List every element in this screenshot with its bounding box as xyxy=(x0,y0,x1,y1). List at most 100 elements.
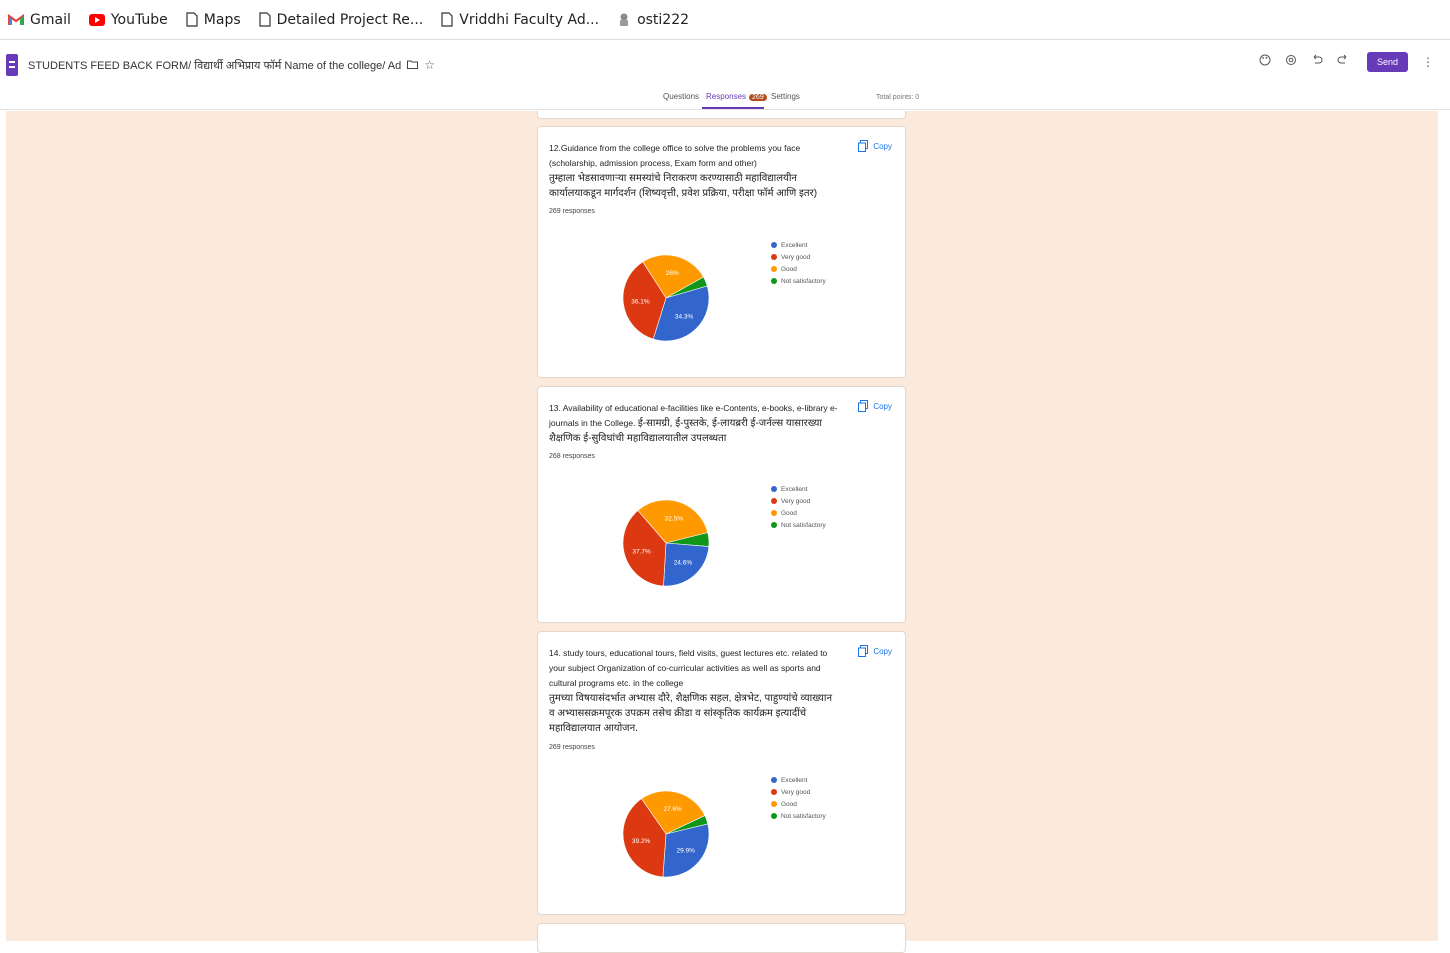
legend-swatch xyxy=(771,242,777,248)
bookmark-maps[interactable]: Maps xyxy=(186,12,241,28)
legend-item: Good xyxy=(771,798,826,810)
legend-item: Very good xyxy=(771,495,826,507)
responses-main-area: 12.Guidance from the college office to s… xyxy=(6,111,1438,953)
question-card-12: 12.Guidance from the college office to s… xyxy=(537,126,906,378)
tab-questions[interactable]: Questions xyxy=(663,92,699,101)
legend-label: Excellent xyxy=(781,241,808,249)
question-title: 13. Availability of educational e-facili… xyxy=(549,401,839,446)
question-title: 14. study tours, educational tours, fiel… xyxy=(549,646,839,736)
legend-label: Good xyxy=(781,509,797,517)
legend-label: Not satisfactory xyxy=(781,812,826,820)
bookmark-vriddhi[interactable]: Vriddhi Faculty Ad... xyxy=(441,12,599,28)
legend-swatch xyxy=(771,266,777,272)
palette-icon[interactable] xyxy=(1257,54,1273,70)
responses-count: 268 responses xyxy=(549,453,595,460)
legend-label: Very good xyxy=(781,788,811,796)
tab-settings[interactable]: Settings xyxy=(771,92,800,101)
legend-label: Excellent xyxy=(781,485,808,493)
total-points: Total points: 0 xyxy=(876,94,920,101)
bookmarks-bar: Gmail YouTube Maps Detailed Project Re..… xyxy=(0,0,1450,40)
pie-slice-label: 37.7% xyxy=(632,548,651,555)
tab-responses-label: Responses xyxy=(706,92,747,101)
pie-slice-label: 34.3% xyxy=(675,313,694,320)
legend-item: Good xyxy=(771,263,826,275)
form-tabs: Questions Responses 269 Settings Total po… xyxy=(0,90,1450,110)
previous-card-peek xyxy=(537,111,906,119)
bookmark-label: YouTube xyxy=(110,11,168,28)
copy-label: Copy xyxy=(873,646,892,656)
next-card-peek xyxy=(537,923,906,953)
pie-slice-label: 36.1% xyxy=(631,298,650,305)
legend-swatch xyxy=(771,278,777,284)
tab-responses[interactable]: Responses 269 xyxy=(706,92,767,101)
folder-icon[interactable] xyxy=(407,58,419,72)
pie-chart-q12: 26% 34.3% 36.1% xyxy=(622,254,710,342)
bookmark-osti222[interactable]: osti222 xyxy=(617,12,689,28)
responses-count: 269 responses xyxy=(549,208,595,215)
bookmark-label: Maps xyxy=(203,11,241,28)
question-card-14: 14. study tours, educational tours, fiel… xyxy=(537,631,906,915)
more-options-icon[interactable]: ⋮ xyxy=(1422,55,1434,69)
preview-eye-icon[interactable] xyxy=(1283,54,1299,70)
pie-slice-label: 24.6% xyxy=(674,559,693,566)
copy-label: Copy xyxy=(873,141,892,151)
pie-slice-label: 29.9% xyxy=(676,848,695,855)
question-title: 12.Guidance from the college office to s… xyxy=(549,141,839,201)
pie-slice-label: 39.2% xyxy=(632,838,651,845)
bookmark-label: osti222 xyxy=(637,11,690,28)
bookmark-detailed-project[interactable]: Detailed Project Re... xyxy=(259,11,424,28)
send-button[interactable]: Send xyxy=(1366,52,1408,72)
legend-item: Excellent xyxy=(771,239,826,251)
undo-icon[interactable] xyxy=(1309,54,1325,70)
legend-swatch xyxy=(771,510,777,516)
page-icon xyxy=(259,12,271,27)
question-title-mr: तुम्हाला भेडसावणाऱ्या समस्यांचे निराकरण … xyxy=(549,173,818,199)
chart-legend: Excellent Very good Good Not satisfactory xyxy=(771,239,826,287)
youtube-icon xyxy=(88,13,105,26)
copy-chart-button[interactable]: Copy xyxy=(858,400,892,412)
copy-icon xyxy=(858,400,869,412)
legend-swatch xyxy=(771,522,777,528)
chart-legend: Excellent Very good Good Not satisfactory xyxy=(771,483,826,531)
bookmark-gmail[interactable]: Gmail xyxy=(8,12,71,28)
copy-icon xyxy=(858,140,869,152)
bookmark-label: Vriddhi Faculty Ad... xyxy=(459,11,600,28)
gmail-icon xyxy=(8,13,24,26)
pie-slice-label: 26% xyxy=(666,270,679,277)
copy-chart-button[interactable]: Copy xyxy=(858,140,892,152)
legend-item: Not satisfactory xyxy=(771,275,826,287)
legend-label: Good xyxy=(781,265,797,273)
copy-chart-button[interactable]: Copy xyxy=(858,645,892,657)
page-icon xyxy=(186,12,198,27)
form-title[interactable]: STUDENTS FEED BACK FORM/ विद्यार्थी अभिप… xyxy=(28,58,401,73)
copy-icon xyxy=(858,645,869,657)
responses-count-badge: 269 xyxy=(749,94,767,101)
legend-swatch xyxy=(771,801,777,807)
legend-item: Excellent xyxy=(771,483,826,495)
legend-label: Not satisfactory xyxy=(781,277,826,285)
question-title-en: 12.Guidance from the college office to s… xyxy=(549,143,801,168)
legend-label: Very good xyxy=(781,497,811,505)
legend-item: Not satisfactory xyxy=(771,519,826,531)
redo-icon[interactable] xyxy=(1335,54,1351,70)
google-forms-icon[interactable] xyxy=(6,54,18,76)
legend-item: Very good xyxy=(771,786,826,798)
legend-swatch xyxy=(771,254,777,260)
star-icon[interactable]: ☆ xyxy=(424,58,435,72)
bookmark-label: Detailed Project Re... xyxy=(276,11,424,28)
chart-legend: Excellent Very good Good Not satisfactory xyxy=(771,774,826,822)
bookmark-label: Gmail xyxy=(30,11,71,28)
question-card-13: 13. Availability of educational e-facili… xyxy=(537,386,906,623)
question-title-mr: तुमच्या विषयासंदर्भात अभ्यास दौरे, शैक्ष… xyxy=(549,693,832,734)
question-title-en: 14. study tours, educational tours, fiel… xyxy=(549,648,828,688)
legend-item: Excellent xyxy=(771,774,826,786)
pie-slice-label: 32.5% xyxy=(665,515,684,522)
bookmark-youtube[interactable]: YouTube xyxy=(88,11,168,28)
emblem-icon xyxy=(617,12,631,28)
legend-item: Good xyxy=(771,507,826,519)
forms-header: STUDENTS FEED BACK FORM/ विद्यार्थी अभिप… xyxy=(0,40,1450,110)
legend-swatch xyxy=(771,813,777,819)
legend-label: Excellent xyxy=(781,776,808,784)
legend-item: Very good xyxy=(771,251,826,263)
responses-count: 269 responses xyxy=(549,744,595,751)
